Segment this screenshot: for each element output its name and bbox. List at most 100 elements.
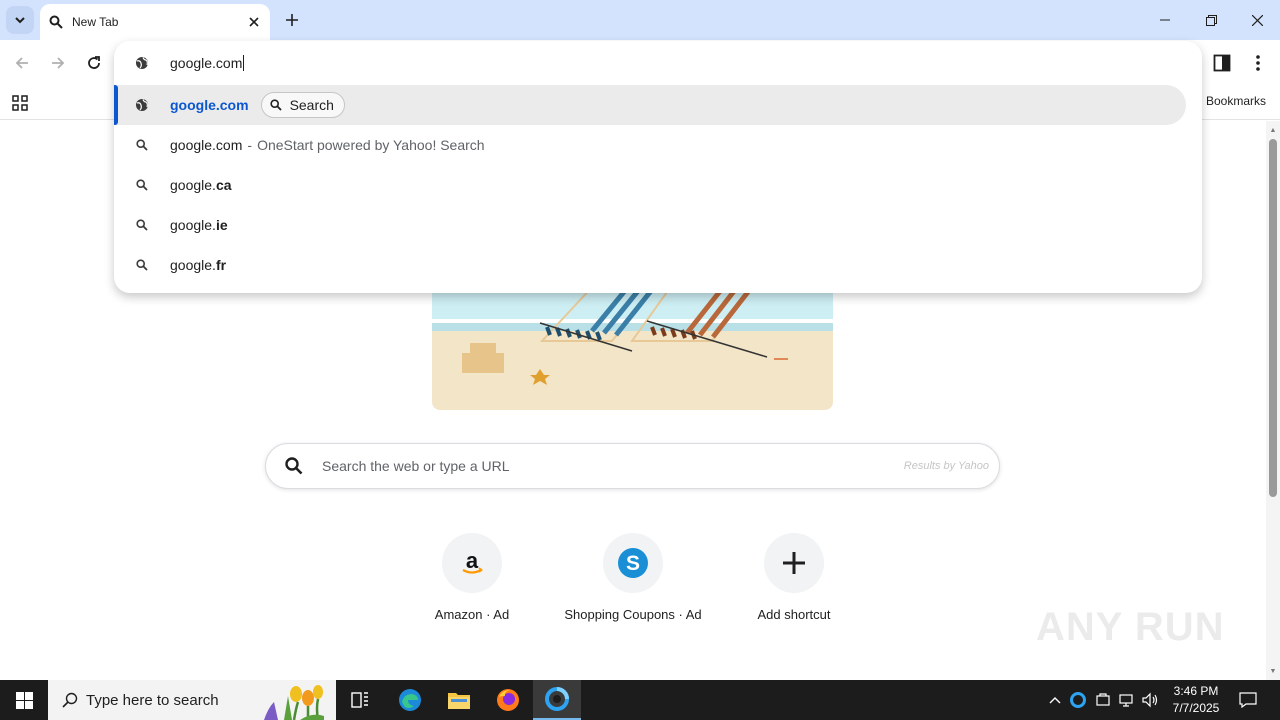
tulips-decoration-icon [264,685,324,720]
shortcut-add[interactable]: Add shortcut [719,533,869,622]
windows-logo-icon [15,691,33,709]
anyrun-watermark: ANY RUN [1036,605,1225,649]
onestart-icon [545,687,569,711]
suggestion-google-fr[interactable]: google. fr [114,245,1186,285]
text-caret [243,55,245,71]
forward-button[interactable] [44,49,72,77]
omnibox-input[interactable]: google.com [170,55,245,71]
show-hidden-icons-button[interactable] [1045,690,1065,710]
ntp-search-input[interactable] [322,458,904,474]
task-view-icon [351,692,368,708]
shortcut-label: Amazon · Ad [434,607,510,622]
arrow-left-icon [15,57,28,69]
back-button[interactable] [8,49,36,77]
svg-text:a: a [466,549,479,573]
arrow-right-icon [52,57,65,69]
file-explorer-taskbar-button[interactable] [435,680,483,720]
search-icon [48,14,64,30]
suggestion-google-ca[interactable]: google. ca [114,165,1186,205]
side-panel-button[interactable] [1208,49,1236,77]
onestart-taskbar-button[interactable] [533,680,581,720]
scroll-up-icon[interactable]: ▲ [1268,124,1278,136]
restore-button[interactable] [1188,0,1234,40]
folder-icon [448,693,470,709]
restore-icon [1205,14,1217,26]
menu-button[interactable] [1244,49,1272,77]
page-scrollbar[interactable]: ▲ ▼ [1266,121,1280,680]
meet-now-icon[interactable] [1093,690,1113,710]
shortcut-label: Shopping Coupons · Ad [564,607,702,622]
apps-button[interactable] [8,91,32,115]
edge-icon [399,689,421,711]
minimize-button[interactable] [1142,0,1188,40]
action-center-button[interactable] [1238,690,1258,710]
suggestion-google-com-search[interactable]: google.com - OneStart powered by Yahoo! … [114,125,1186,165]
search-icon [114,139,170,151]
selection-indicator [114,85,118,125]
taskbar-search-text: Type here to search [86,691,219,709]
close-window-button[interactable] [1234,0,1280,40]
shortcut-amazon[interactable]: a Amazon · Ad [397,533,547,622]
scroll-thumb[interactable] [1269,139,1277,497]
clock-date: 7/7/2025 [1172,701,1220,715]
task-view-button[interactable] [336,680,384,720]
search-icon [266,457,322,475]
windows-taskbar: Type here to search 3:46 PM 7/7/2025 [0,680,1280,720]
coupons-icon: S [603,533,663,593]
more-vert-icon [1256,55,1260,71]
taskbar-clock[interactable]: 3:46 PM 7/7/2025 [1164,683,1228,717]
suggestion-text: google.com [170,97,249,113]
plus-icon [764,533,824,593]
amazon-icon: a [442,533,502,593]
start-button[interactable] [0,680,48,720]
suggestion-google-ie[interactable]: google. ie [114,205,1186,245]
chevron-down-icon [15,17,25,24]
search-icon [269,99,282,111]
search-icon [114,259,170,271]
side-panel-icon [1213,54,1231,72]
scroll-down-icon[interactable]: ▼ [1268,665,1278,677]
suggestion-suffix: fr [215,257,227,273]
suggestion-separator: - [247,137,253,153]
shortcut-shopping-coupons[interactable]: S Shopping Coupons · Ad [558,533,708,622]
omnibox-popup: google.com google.com Search google.com … [114,41,1202,293]
svg-text:S: S [626,552,640,575]
tab-new-tab[interactable]: New Tab [40,4,270,40]
omnibox-input-row[interactable]: google.com [114,41,1202,85]
onestart-tray-icon[interactable] [1068,690,1088,710]
suggestion-suffix: ca [215,177,232,193]
suggestion-text: google.com [170,137,243,153]
search-icon [62,692,78,708]
suggestion-prefix: google. [170,257,216,273]
globe-icon [114,98,170,112]
suggestion-description: OneStart powered by Yahoo! Search [257,137,485,153]
volume-icon[interactable] [1141,690,1161,710]
chevron-up-icon [1049,697,1061,704]
notification-icon [1239,692,1257,708]
clock-time: 3:46 PM [1173,684,1219,698]
edge-taskbar-button[interactable] [386,680,434,720]
taskbar-search-box[interactable]: Type here to search [48,680,336,720]
ntp-search-box[interactable]: Results by Yahoo [265,443,1000,489]
minimize-icon [1160,19,1170,21]
shortcut-label: Add shortcut [757,607,831,622]
tab-search-button[interactable] [6,6,34,34]
close-icon [1251,14,1263,26]
suggestion-suffix: ie [215,217,228,233]
reload-icon [88,56,100,69]
suggestion-google-com-navigate[interactable]: google.com Search [114,85,1186,125]
firefox-taskbar-button[interactable] [484,680,532,720]
firefox-icon [497,689,519,711]
network-icon[interactable] [1117,690,1137,710]
tab-title: New Tab [72,15,119,29]
search-icon [114,179,170,191]
new-tab-button[interactable] [280,8,304,32]
suggestion-prefix: google. [170,177,216,193]
close-tab-icon[interactable] [244,12,264,32]
search-chip-button[interactable]: Search [260,92,345,118]
tab-strip: New Tab [0,0,1280,40]
globe-icon [114,56,170,70]
reload-button[interactable] [80,49,108,77]
search-chip-label: Search [289,97,334,113]
suggestion-prefix: google. [170,217,216,233]
